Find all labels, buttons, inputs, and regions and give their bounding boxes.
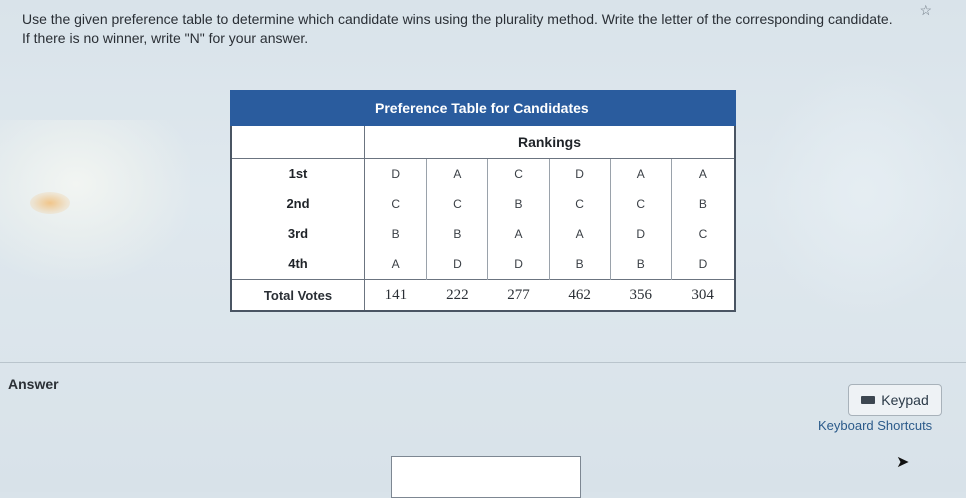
rank-cell: C — [636, 197, 646, 211]
mouse-cursor-icon: ➤ — [896, 454, 910, 471]
rank-cell: B — [636, 257, 645, 271]
rank-label: 3rd — [287, 226, 309, 241]
preference-table: Preference Table for Candidates Rankings… — [230, 90, 736, 312]
total-votes-row: Total Votes 141 222 277 462 356 304 — [231, 279, 735, 311]
preference-column: A C B D — [426, 158, 489, 280]
rank-cell: D — [514, 257, 523, 271]
rank-labels: 1st 2nd 3rd 4th — [231, 158, 365, 280]
preference-column: C B A D — [487, 158, 550, 280]
rank-cell: A — [514, 227, 523, 241]
vote-count: 222 — [426, 279, 488, 311]
vote-count: 356 — [610, 279, 672, 311]
rank-cell: D — [453, 257, 462, 271]
keypad-label: Keypad — [881, 392, 929, 408]
answer-label: Answer — [8, 376, 59, 392]
table-title: Preference Table for Candidates — [230, 90, 736, 126]
rank-cell: C — [514, 167, 523, 181]
rank-cell: D — [636, 227, 646, 241]
rank-cell: A — [391, 257, 400, 271]
rank-cell: B — [453, 227, 462, 241]
preference-column: D C A B — [549, 158, 611, 280]
rank-cell: D — [698, 257, 708, 271]
keyboard-shortcuts-link[interactable]: Keyboard Shortcuts — [818, 418, 932, 433]
preference-column: A B C D — [671, 159, 735, 280]
vote-count: 462 — [549, 279, 611, 311]
preference-column: D C B A — [364, 158, 428, 280]
rank-cell: A — [453, 167, 462, 181]
rank-cell: C — [698, 227, 708, 241]
preference-column: A C D B — [610, 158, 672, 280]
rank-cell: A — [575, 227, 584, 241]
keyboard-icon — [861, 396, 876, 404]
rankings-header: Rankings — [364, 125, 735, 159]
rank-cell: A — [698, 167, 707, 181]
rank-cell: B — [698, 197, 707, 211]
rank-cell: D — [575, 167, 584, 181]
preference-table-container: Preference Table for Candidates Rankings… — [230, 90, 736, 312]
star-icon[interactable]: ☆ — [919, 2, 932, 19]
background-glare-warm — [30, 192, 70, 214]
question-text: Use the given preference table to determ… — [22, 11, 893, 46]
total-votes-label: Total Votes — [231, 279, 365, 311]
rank-label: 4th — [288, 256, 308, 271]
rank-cell: D — [391, 167, 401, 181]
rank-label: 2nd — [286, 196, 310, 211]
section-divider — [0, 362, 966, 363]
vote-count: 304 — [671, 279, 735, 311]
background-glare-right — [760, 60, 966, 320]
rank-cell: B — [575, 257, 584, 271]
keypad-button[interactable]: Keypad — [848, 384, 942, 416]
vote-count: 141 — [364, 279, 427, 311]
background-glare — [0, 120, 190, 280]
rank-cell: B — [514, 197, 523, 211]
rank-cell: C — [391, 197, 401, 211]
rank-cell: A — [636, 167, 645, 181]
table-corner — [231, 125, 365, 159]
rank-cell: B — [391, 227, 400, 241]
rank-cell: C — [575, 197, 584, 211]
rank-cell: C — [453, 197, 462, 211]
rank-label: 1st — [288, 166, 308, 181]
vote-count: 277 — [487, 279, 550, 311]
